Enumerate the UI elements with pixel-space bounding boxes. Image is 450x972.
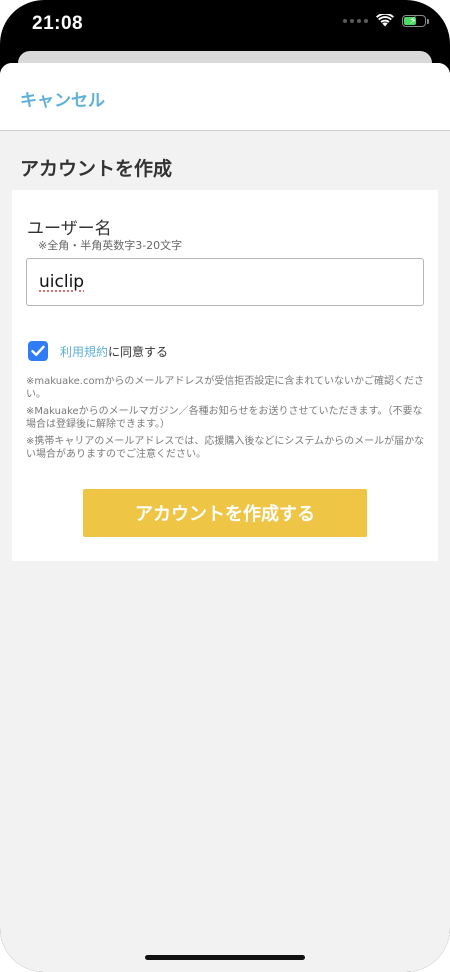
page-title: アカウントを作成 bbox=[20, 158, 173, 180]
wifi-icon bbox=[376, 14, 394, 27]
cancel-button[interactable]: キャンセル bbox=[20, 86, 105, 111]
navigation-bar: キャンセル bbox=[0, 63, 450, 131]
terms-link[interactable]: 利用規約 bbox=[60, 345, 108, 359]
status-time: 21:08 bbox=[32, 13, 84, 34]
home-indicator bbox=[145, 955, 305, 960]
terms-agree-row: 利用規約に同意する bbox=[28, 341, 168, 361]
checkmark-icon bbox=[31, 345, 45, 356]
notice-text: ※携帯キャリアのメールアドレスでは、応援購入後などにシステムからのメールが届かな… bbox=[26, 436, 425, 460]
terms-checkbox[interactable] bbox=[28, 341, 48, 361]
username-input[interactable] bbox=[26, 258, 424, 306]
email-notices: ※makuake.comからのメールアドレスが受信拒否設定に含まれていないかご確… bbox=[26, 375, 426, 465]
agree-suffix: に同意する bbox=[108, 344, 169, 359]
username-hint: ※全角・半角英数字3-20文字 bbox=[38, 239, 183, 252]
create-account-button[interactable]: アカウントを作成する bbox=[83, 489, 367, 537]
status-bar: 21:08 ⚡ bbox=[0, 0, 450, 50]
status-icons: ⚡ bbox=[343, 13, 429, 27]
notice-text: ※Makuakeからのメールマガジン／各種お知らせをお送りさせていただきます。（… bbox=[26, 406, 423, 430]
charging-bolt-icon: ⚡ bbox=[409, 13, 417, 27]
modal-sheet: キャンセル アカウントを作成 ユーザー名 ※全角・半角英数字3-20文字 利用規… bbox=[0, 63, 450, 972]
username-label: ユーザー名 bbox=[27, 219, 112, 239]
signup-form: ユーザー名 ※全角・半角英数字3-20文字 利用規約に同意する ※makuake… bbox=[12, 190, 438, 561]
cellular-signal-icon bbox=[343, 18, 368, 23]
battery-icon: ⚡ bbox=[402, 13, 429, 27]
terms-agree-label: 利用規約に同意する bbox=[60, 343, 168, 360]
notice-text: ※makuake.comからのメールアドレスが受信拒否設定に含まれていないかご確… bbox=[26, 376, 425, 400]
phone-screen: 21:08 ⚡ キャンセル アカウントを作成 ユーザー名 ※全角・半角英数字3-… bbox=[0, 0, 450, 972]
